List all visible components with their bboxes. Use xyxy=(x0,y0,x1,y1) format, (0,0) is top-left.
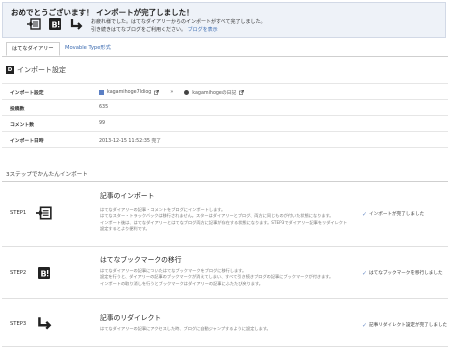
info-row-comments: コメント数 99 xyxy=(2,115,448,131)
step-label: STEP2 xyxy=(10,270,27,276)
section-title: インポート設定 xyxy=(17,66,66,74)
step-status-text: はてなブックマークを移行しました xyxy=(369,271,443,276)
source-diary-name: kagamihoge7ldiog xyxy=(107,90,152,95)
destination-blog-name: kagamihogeの日記 xyxy=(192,91,237,96)
info-value-posts: 635 xyxy=(99,105,109,110)
info-label: インポート設定 xyxy=(10,91,44,96)
svg-text:B: B xyxy=(52,21,58,30)
step-title: 記事のリダイレクト xyxy=(100,314,162,322)
banner-message-line1: お疲れ様でした。はてなダイアリーからのインポートがすべて完了しました。 xyxy=(91,19,266,25)
step-row-3: STEP3 記事のリダイレクト はてなダイアリーの記事にアクセスした時、ブログに… xyxy=(2,298,448,347)
import-icon xyxy=(27,18,41,30)
steps-title: 3ステップでかんたんインポート xyxy=(6,172,88,178)
view-blog-link[interactable]: ブログを表示 xyxy=(188,27,218,33)
info-value-date: 2013-12-15 11:52:35 完了 xyxy=(99,139,162,144)
diary-d-icon: D xyxy=(6,66,14,74)
info-label: インポート日時 xyxy=(10,139,44,144)
step-description: はてなダイアリーの記事・コメントをブログにインポートします。 はてなスター・トラ… xyxy=(100,207,350,233)
step-status: ✓ 記事リダイレクト設定が完了しました xyxy=(362,322,447,328)
info-row-posts: 投稿数 635 xyxy=(2,99,448,115)
info-label: コメント数 xyxy=(10,123,34,128)
step-label: STEP3 xyxy=(10,321,27,327)
info-row-date: インポート日時 2013-12-15 11:52:35 完了 xyxy=(2,131,448,148)
banner-icons: B xyxy=(27,18,83,30)
direction-arrow: » xyxy=(170,90,174,95)
import-complete-banner: おめでとうございます！ インポートが完了しました！ B お疲れ様でした。はてなダ… xyxy=(2,2,446,38)
section-heading: D インポート設定 xyxy=(6,65,66,75)
step-description-line: インポートの取り消しを行うとブックマークはダイアリーの記事にふたたび戻ります。 xyxy=(100,280,263,286)
blog-circle-icon xyxy=(184,90,190,95)
redirect-arrow-icon xyxy=(69,18,83,30)
step-description: はてなダイアリーの記事についたはてなブックマークをブログに移行します。 設定を行… xyxy=(100,268,350,287)
external-link-icon[interactable] xyxy=(239,90,245,95)
import-icon xyxy=(36,206,52,220)
step-status: ✓ インポートが完了しました xyxy=(362,211,424,217)
step-status: ✓ はてなブックマークを移行しました xyxy=(362,270,443,276)
redirect-arrow-icon xyxy=(36,316,52,330)
info-label: 投稿数 xyxy=(10,107,25,112)
bookmark-b-icon: B xyxy=(36,266,52,280)
banner-message: お疲れ様でした。はてなダイアリーからのインポートがすべて完了しました。 引き続き… xyxy=(91,18,265,34)
step-description-line: はてなスター・トラックバックは移行されません。スターはダイアリーとブログ、両方に… xyxy=(100,213,334,219)
info-row-settings: インポート設定 kagamihoge7ldiog » kagamihogeの日記 xyxy=(2,83,448,99)
step-status-text: 記事リダイレクト設定が完了しました xyxy=(369,323,448,328)
check-icon: ✓ xyxy=(362,321,368,329)
check-icon: ✓ xyxy=(362,210,368,218)
step-title: はてなブックマークの移行 xyxy=(100,256,182,264)
external-link-icon[interactable] xyxy=(154,90,160,95)
banner-message-line2-text: 引き続きはてなブログをご利用ください。 xyxy=(91,27,187,33)
import-source-tabs: はてなダイアリー Movable Type形式 xyxy=(2,42,448,57)
tab-movable-type[interactable]: Movable Type形式 xyxy=(60,42,116,56)
import-info-table: インポート設定 kagamihoge7ldiog » kagamihogeの日記… xyxy=(2,83,448,148)
info-value-settings: kagamihoge7ldiog » kagamihogeの日記 xyxy=(99,89,245,96)
svg-text:B: B xyxy=(41,270,47,279)
check-icon: ✓ xyxy=(362,269,368,277)
step-description-line: 設定するとより便利です。 xyxy=(100,226,150,232)
step-description-line: 設定を行うと、ダイアリーの記事のブックマークが消えてしまい、すべて引き続きブログ… xyxy=(100,274,334,280)
step-status-text: インポートが完了しました xyxy=(369,212,425,217)
tab-hatena-diary[interactable]: はてなダイアリー xyxy=(6,42,60,56)
diary-square-icon xyxy=(99,90,104,95)
info-value-comments: 99 xyxy=(99,121,106,126)
step-title: 記事のインポート xyxy=(100,192,155,200)
step-description: はてなダイアリーの記事にアクセスした時、ブログに自動ジャンプするように設定します… xyxy=(100,326,350,332)
step-row-2: STEP2 B はてなブックマークの移行 はてなダイアリーの記事についたはてなブ… xyxy=(2,246,448,299)
bookmark-b-icon: B xyxy=(48,18,62,30)
step-row-1: STEP1 記事のインポート はてなダイアリーの記事・コメントをブログにインポー… xyxy=(2,182,448,247)
banner-title: おめでとうございます！ インポートが完了しました！ xyxy=(11,8,194,17)
step-description-line: はてなダイアリーの記事にアクセスした時、ブログに自動ジャンプするように設定します… xyxy=(100,326,271,331)
banner-message-line2: 引き続きはてなブログをご利用ください。 ブログを表示 xyxy=(91,26,265,34)
step-label: STEP1 xyxy=(10,210,27,216)
